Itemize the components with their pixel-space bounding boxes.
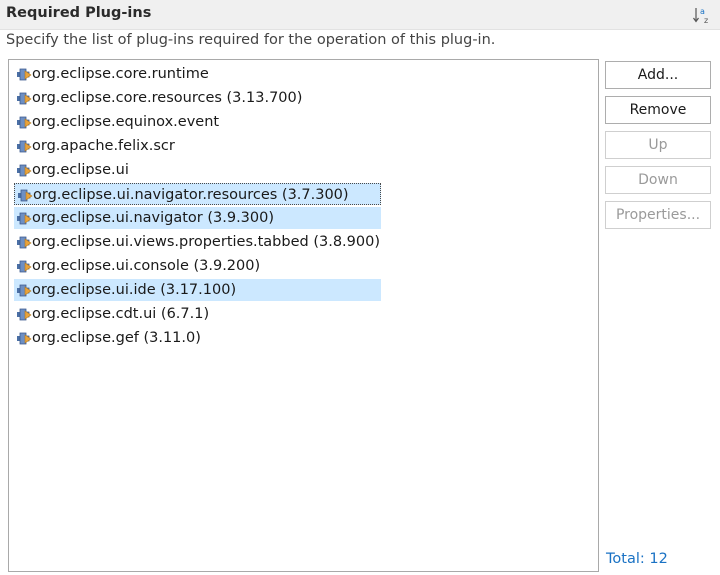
plugin-icon [16, 162, 32, 178]
list-item-label: org.eclipse.ui.console (3.9.200) [32, 258, 261, 274]
plugin-icon [16, 282, 32, 298]
list-item[interactable]: org.apache.felix.scr [14, 135, 381, 157]
list-item[interactable]: org.eclipse.equinox.event [14, 111, 381, 133]
list-item-label: org.eclipse.ui.navigator.resources (3.7.… [33, 187, 349, 203]
section-header: Required Plug-ins a z [0, 0, 720, 30]
list-item-label: org.eclipse.gef (3.11.0) [32, 330, 201, 346]
properties-button[interactable]: Properties... [605, 201, 711, 229]
plugin-icon [16, 138, 32, 154]
list-item-label: org.eclipse.ui.ide (3.17.100) [32, 282, 237, 298]
plugin-icon [16, 90, 32, 106]
required-plugins-list[interactable]: org.eclipse.core.runtime org.eclipse.core… [8, 59, 599, 572]
plugin-icon [16, 114, 32, 130]
add-button[interactable]: Add... [605, 61, 711, 89]
section-title: Required Plug-ins [6, 5, 152, 21]
list-item-label: org.eclipse.cdt.ui (6.7.1) [32, 306, 210, 322]
plugin-icon [16, 210, 32, 226]
list-item-label: org.eclipse.equinox.event [32, 114, 220, 130]
down-button[interactable]: Down [605, 166, 711, 194]
plugin-icon [16, 330, 32, 346]
total-count: Total: 12 [606, 551, 668, 567]
plugin-icon [16, 234, 32, 250]
list-item[interactable]: org.eclipse.core.runtime [14, 63, 381, 85]
list-item[interactable]: org.eclipse.cdt.ui (6.7.1) [14, 303, 381, 325]
list-item[interactable]: org.eclipse.ui.ide (3.17.100) [14, 279, 381, 301]
up-button[interactable]: Up [605, 131, 711, 159]
list-item[interactable]: org.eclipse.ui.navigator.resources (3.7.… [14, 183, 381, 205]
list-item-label: org.eclipse.core.resources (3.13.700) [32, 90, 303, 106]
plugin-icon [16, 306, 32, 322]
svg-text:z: z [704, 16, 708, 25]
list-item-label: org.apache.felix.scr [32, 138, 175, 154]
plugin-icon [16, 66, 32, 82]
list-item[interactable]: org.eclipse.ui.views.properties.tabbed (… [14, 231, 381, 253]
section-description: Specify the list of plug-ins required fo… [6, 32, 496, 48]
remove-button[interactable]: Remove [605, 96, 711, 124]
list-item[interactable]: org.eclipse.gef (3.11.0) [14, 327, 381, 349]
plugin-icon [16, 258, 32, 274]
list-item[interactable]: org.eclipse.ui.navigator (3.9.300) [14, 207, 381, 229]
sort-alphabetical-icon[interactable]: a z [692, 5, 712, 25]
list-item-label: org.eclipse.ui.views.properties.tabbed (… [32, 234, 380, 250]
list-item-label: org.eclipse.core.runtime [32, 66, 209, 82]
list-item[interactable]: org.eclipse.ui [14, 159, 381, 181]
list-item[interactable]: org.eclipse.ui.console (3.9.200) [14, 255, 381, 277]
list-item-label: org.eclipse.ui.navigator (3.9.300) [32, 210, 275, 226]
svg-text:a: a [700, 7, 705, 16]
list-item-label: org.eclipse.ui [32, 162, 129, 178]
list-item[interactable]: org.eclipse.core.resources (3.13.700) [14, 87, 381, 109]
plugin-icon [17, 187, 33, 203]
